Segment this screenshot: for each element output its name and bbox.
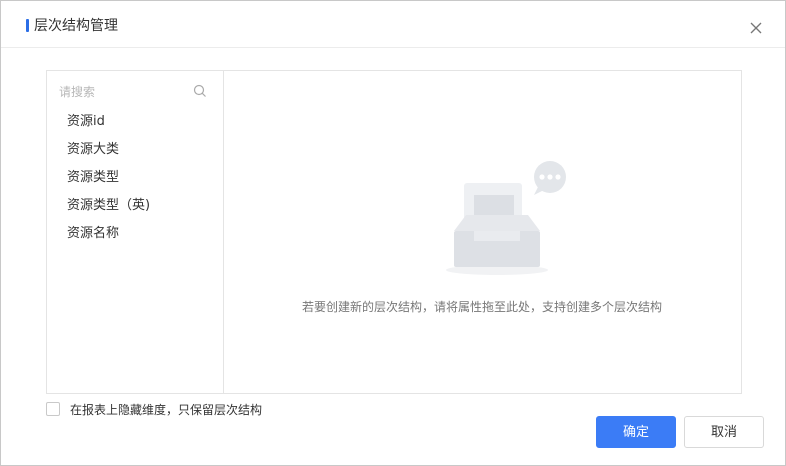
search-icon[interactable] <box>193 84 207 98</box>
field-item-resource-type[interactable]: 资源类型 <box>67 169 150 197</box>
empty-state-message: 若要创建新的层次结构，请将属性拖至此处，支持创建多个层次结构 <box>301 300 662 314</box>
search-box <box>59 81 211 103</box>
search-input[interactable] <box>59 81 187 103</box>
confirm-button[interactable]: 确定 <box>596 416 676 448</box>
dialog-header: 层次结构管理 <box>1 1 785 48</box>
hierarchy-dialog: 层次结构管理 资源id 资源大类 资源类型 <box>0 0 786 466</box>
empty-inbox-chat-icon <box>444 161 570 285</box>
hierarchy-panel: 资源id 资源大类 资源类型 资源类型（英) 资源名称 <box>46 70 742 394</box>
title-accent-bar <box>26 19 29 32</box>
hide-dimension-label: 在报表上隐藏维度，只保留层次结构 <box>70 403 263 417</box>
field-list-pane: 资源id 资源大类 资源类型 资源类型（英) 资源名称 <box>47 71 224 393</box>
hide-dimension-checkbox[interactable] <box>46 402 60 416</box>
field-item-resource-name[interactable]: 资源名称 <box>67 225 150 253</box>
dialog-title: 层次结构管理 <box>34 18 118 34</box>
field-list: 资源id 资源大类 资源类型 资源类型（英) 资源名称 <box>67 113 150 253</box>
close-icon[interactable] <box>746 18 766 38</box>
field-item-resource-category[interactable]: 资源大类 <box>67 141 150 169</box>
field-item-resource-type-en[interactable]: 资源类型（英) <box>67 197 150 225</box>
cancel-button[interactable]: 取消 <box>684 416 764 448</box>
field-item-resource-id[interactable]: 资源id <box>67 113 150 141</box>
